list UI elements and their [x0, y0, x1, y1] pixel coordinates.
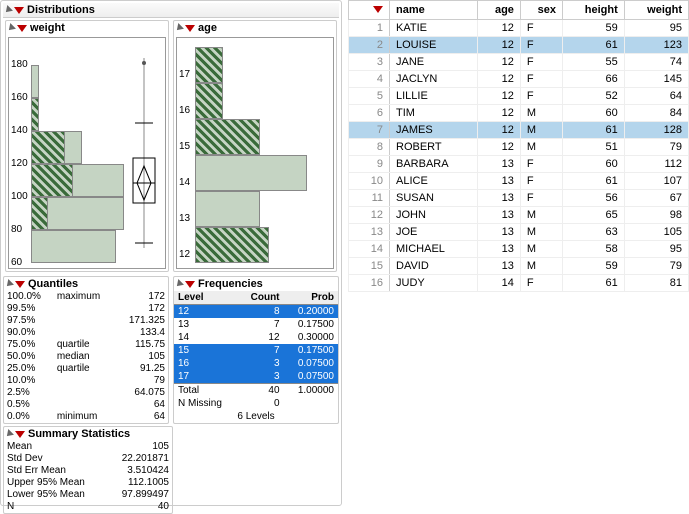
table-row[interactable]: 4JACLYN12F66145 — [349, 71, 689, 88]
col-name[interactable]: name — [390, 1, 478, 20]
summary-header[interactable]: Summary Statistics — [4, 427, 172, 441]
table-row[interactable]: 3JANE12F5574 — [349, 54, 689, 71]
table-row[interactable]: 2LOUISE12F61123 — [349, 37, 689, 54]
table-row[interactable]: 8ROBERT12M5179 — [349, 139, 689, 156]
frequency-row[interactable]: 1630.07500 — [174, 357, 338, 370]
summary-table: Mean105Std Dev22.201871Std Err Mean3.510… — [4, 441, 172, 513]
weight-title: weight — [30, 22, 65, 34]
distributions-panel: Distributions weight 60 80 100 120 140 1… — [0, 0, 342, 506]
hotspot-icon[interactable] — [15, 281, 25, 288]
age-column: age 12 13 14 15 16 17 — [173, 20, 337, 272]
quantile-row: 0.0%minimum64 — [4, 411, 168, 423]
summary-row: Lower 95% Mean97.899497 — [4, 489, 172, 501]
table-row[interactable]: 9BARBARA13F60112 — [349, 156, 689, 173]
quantile-row: 10.0%79 — [4, 375, 168, 387]
weight-column: weight 60 80 100 120 140 160 180 — [5, 20, 169, 272]
hotspot-icon[interactable] — [15, 431, 25, 438]
frequencies-header[interactable]: Frequencies — [174, 277, 338, 291]
col-height[interactable]: height — [563, 1, 625, 20]
summary-row: Upper 95% Mean112.1005 — [4, 477, 172, 489]
disclosure-icon — [4, 429, 14, 439]
disclosure-icon — [6, 23, 16, 33]
frequency-row[interactable]: 1280.20000 — [174, 305, 338, 319]
quantile-row: 50.0%median105 — [4, 351, 168, 363]
quantile-row: 2.5%64.075 — [4, 387, 168, 399]
table-row[interactable]: 16JUDY14F6181 — [349, 275, 689, 292]
col-age[interactable]: age — [478, 1, 521, 20]
frequencies-table[interactable]: Level Count Prob 1280.200001370.17500141… — [174, 291, 338, 423]
summary-row: N40 — [4, 501, 172, 513]
distributions-title: Distributions — [27, 4, 95, 16]
data-table[interactable]: name age sex height weight 1KATIE12F5995… — [348, 0, 689, 292]
col-weight[interactable]: weight — [624, 1, 688, 20]
quantile-row: 0.5%64 — [4, 399, 168, 411]
table-row[interactable]: 11SUSAN13F5667 — [349, 190, 689, 207]
hotspot-icon[interactable] — [373, 6, 383, 13]
table-row[interactable]: 7JAMES12M61128 — [349, 122, 689, 139]
weight-header[interactable]: weight — [6, 21, 168, 35]
quantile-row: 90.0%133.4 — [4, 327, 168, 339]
frequency-row[interactable]: 1570.17500 — [174, 344, 338, 357]
hotspot-icon[interactable] — [185, 281, 195, 288]
frequency-row[interactable]: 1370.17500 — [174, 318, 338, 331]
quantiles-section: Quantiles 100.0%maximum17299.5%17297.5%1… — [3, 276, 169, 424]
hotspot-icon[interactable] — [185, 25, 195, 32]
table-row[interactable]: 6TIM12M6084 — [349, 105, 689, 122]
quantiles-table: 100.0%maximum17299.5%17297.5%171.32590.0… — [4, 291, 168, 423]
summary-row: Mean105 — [4, 441, 172, 453]
hotspot-icon[interactable] — [14, 7, 24, 14]
table-row[interactable]: 13JOE13M63105 — [349, 224, 689, 241]
distributions-header[interactable]: Distributions — [3, 3, 339, 18]
quantile-row: 75.0%quartile115.75 — [4, 339, 168, 351]
frequencies-section: Frequencies Level Count Prob 1280.200001… — [173, 276, 339, 424]
col-sex[interactable]: sex — [520, 1, 562, 20]
quantile-row: 100.0%maximum172 — [4, 291, 168, 303]
quantiles-title: Quantiles — [28, 278, 78, 290]
weight-histogram[interactable]: 60 80 100 120 140 160 180 — [8, 37, 166, 269]
table-row[interactable]: 15DAVID13M5979 — [349, 258, 689, 275]
age-title: age — [198, 22, 217, 34]
disclosure-icon — [3, 5, 13, 15]
hotspot-icon[interactable] — [17, 25, 27, 32]
frequency-row[interactable]: 14120.30000 — [174, 331, 338, 344]
summary-row: Std Dev22.201871 — [4, 453, 172, 465]
weight-boxplot — [127, 48, 161, 258]
table-corner[interactable] — [349, 1, 390, 20]
summary-row: Std Err Mean3.510424 — [4, 465, 172, 477]
disclosure-icon — [174, 279, 184, 289]
table-row[interactable]: 5LILLIE12F5264 — [349, 88, 689, 105]
data-table-panel: name age sex height weight 1KATIE12F5995… — [342, 0, 689, 506]
table-row[interactable]: 12JOHN13M6598 — [349, 207, 689, 224]
summary-section: Summary Statistics Mean105Std Dev22.2018… — [3, 426, 173, 514]
table-row[interactable]: 10ALICE13F61107 — [349, 173, 689, 190]
age-histogram[interactable]: 12 13 14 15 16 17 — [176, 37, 334, 269]
disclosure-icon — [4, 279, 14, 289]
quantile-row: 97.5%171.325 — [4, 315, 168, 327]
quantile-row: 99.5%172 — [4, 303, 168, 315]
frequencies-title: Frequencies — [198, 278, 263, 290]
quantile-row: 25.0%quartile91.25 — [4, 363, 168, 375]
frequency-row[interactable]: 1730.07500 — [174, 370, 338, 384]
summary-title: Summary Statistics — [28, 428, 130, 440]
table-row[interactable]: 1KATIE12F5995 — [349, 20, 689, 37]
table-row[interactable]: 14MICHAEL13M5895 — [349, 241, 689, 258]
age-header[interactable]: age — [174, 21, 336, 35]
quantiles-header[interactable]: Quantiles — [4, 277, 168, 291]
disclosure-icon — [174, 23, 184, 33]
